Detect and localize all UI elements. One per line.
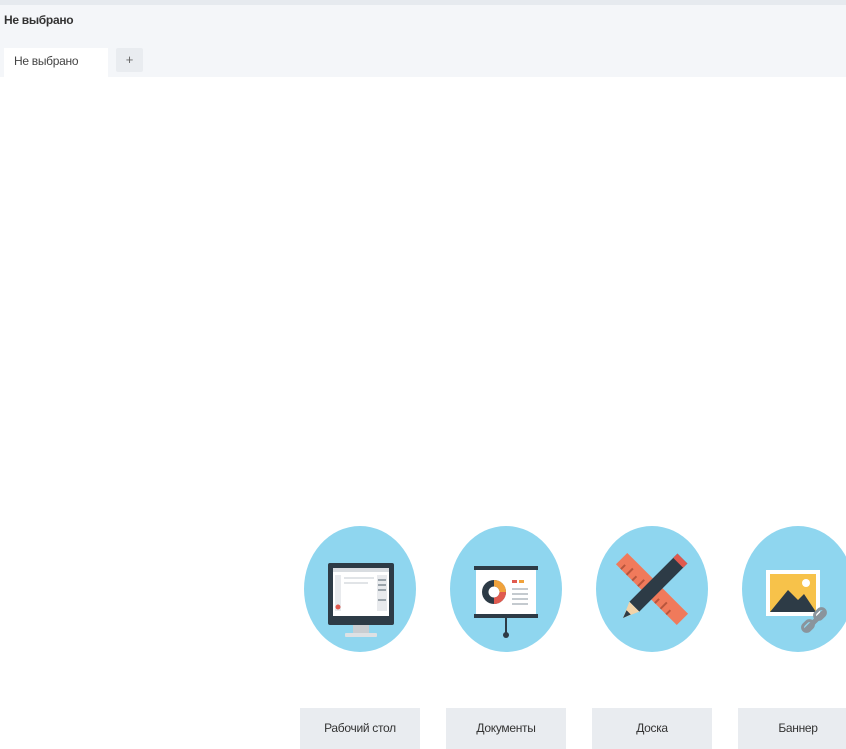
desktop-monitor-icon [328, 563, 394, 637]
tile-documents-circle[interactable] [450, 526, 562, 652]
pencil-ruler-icon [615, 552, 689, 626]
tile-desktop-circle[interactable] [304, 526, 416, 652]
presentation-board-icon [474, 566, 538, 638]
tile-banner-circle[interactable] [742, 526, 846, 652]
tile-documents-label[interactable]: Документы [446, 708, 566, 749]
header-bar: Не выбрано Не выбрано + [0, 0, 846, 77]
add-tab-button[interactable]: + [116, 48, 143, 72]
tile-desktop-label[interactable]: Рабочий стол [300, 708, 420, 749]
tab-not-selected[interactable]: Не выбрано [4, 48, 108, 77]
page-title: Не выбрано [4, 13, 74, 27]
top-strip [0, 0, 846, 5]
tile-board-label[interactable]: Доска [592, 708, 712, 749]
tile-banner-label[interactable]: Баннер [738, 708, 846, 749]
image-link-icon [766, 570, 827, 633]
tile-board-circle[interactable] [596, 526, 708, 652]
